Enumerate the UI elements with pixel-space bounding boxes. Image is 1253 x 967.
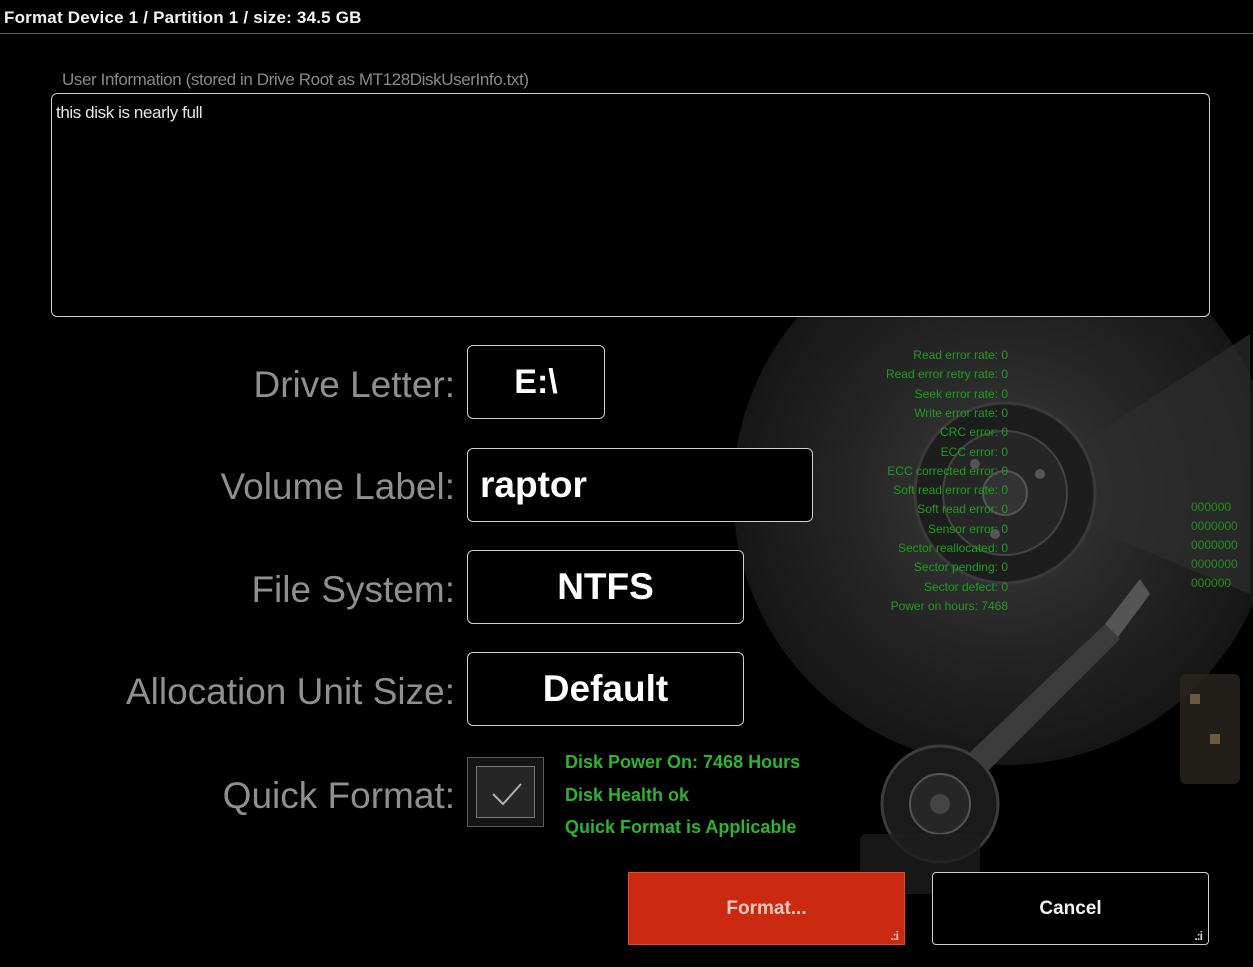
hex-line: 000000: [1191, 576, 1232, 590]
cancel-button[interactable]: Cancel .:i: [932, 872, 1209, 945]
resize-grip-icon: .:i: [1194, 929, 1203, 943]
status-health: Disk Health ok: [565, 785, 690, 805]
smart-line: Sector reallocated: 0: [897, 541, 1008, 555]
smart-line: CRC error: 0: [939, 425, 1008, 440]
allocation-unit-select[interactable]: Default: [467, 652, 744, 726]
smart-line: Sensor error: 0: [927, 521, 1008, 536]
drive-letter-label: Drive Letter:: [253, 364, 455, 405]
smart-line: Sector defect: 0: [923, 579, 1008, 594]
volume-label-input[interactable]: raptor: [467, 448, 813, 522]
allocation-unit-label: Allocation Unit Size:: [125, 671, 455, 712]
user-info-label: User Information (stored in Drive Root a…: [62, 70, 529, 89]
hex-line: 0000000: [1191, 538, 1238, 552]
smart-line: Write error rate: 0: [914, 405, 1008, 420]
smart-line: ECC error: 0: [940, 444, 1008, 459]
smart-line: ECC corrected error: 0: [887, 463, 1008, 478]
status-power-on: Disk Power On: 7468 Hours: [565, 752, 801, 772]
format-button-label: Format...: [726, 897, 807, 919]
smart-line: Read error retry rate: 0: [885, 367, 1008, 382]
checkmark-icon: [492, 783, 522, 806]
file-system-select[interactable]: NTFS: [467, 550, 744, 624]
drive-letter-select[interactable]: E:\: [467, 345, 605, 419]
smart-line: Sector pending: 0: [913, 560, 1008, 575]
smart-line: Soft read error rate: 0: [893, 483, 1008, 498]
resize-grip-icon: .:i: [890, 929, 899, 943]
status-quick-format: Quick Format is Applicable: [565, 817, 797, 837]
smart-line: Power on hours: 7468: [890, 598, 1008, 613]
smart-line: Read error rate: 0: [913, 348, 1008, 362]
hex-line: 000000: [1191, 500, 1232, 514]
smart-line: Soft read error: 0: [917, 502, 1008, 517]
format-button[interactable]: Format... .:i: [628, 872, 905, 945]
volume-label-label: Volume Label:: [220, 466, 455, 507]
hex-line: 0000000: [1191, 519, 1238, 533]
smart-line: Seek error rate: 0: [914, 386, 1008, 401]
file-system-label: File System:: [251, 569, 455, 610]
cancel-button-label: Cancel: [1039, 897, 1102, 919]
checkbox-frame: [476, 766, 535, 818]
title-bar: Format Device 1 / Partition 1 / size: 34…: [0, 0, 1253, 34]
user-info-text: this disk is nearly full: [56, 103, 203, 122]
window-title: Format Device 1 / Partition 1 / size: 34…: [4, 8, 362, 27]
hex-line: 0000000: [1191, 557, 1238, 571]
quick-format-label: Quick Format:: [222, 775, 455, 816]
quick-format-checkbox[interactable]: [467, 757, 544, 827]
user-info-textarea[interactable]: this disk is nearly full: [51, 93, 1210, 317]
